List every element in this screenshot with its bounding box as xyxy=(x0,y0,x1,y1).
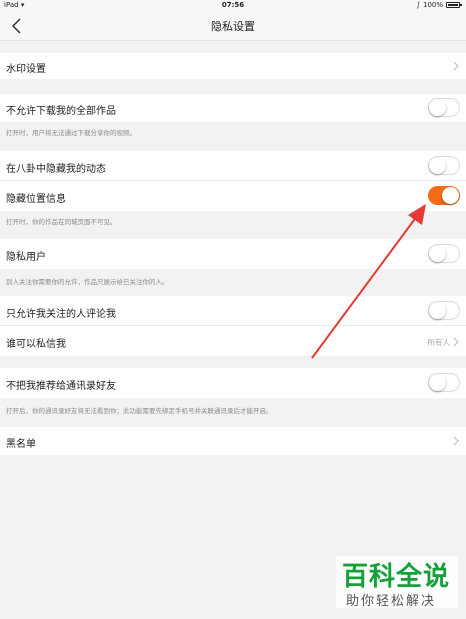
no-download-toggle[interactable] xyxy=(428,98,460,117)
status-right: ∫ 100% xyxy=(416,1,462,9)
row-label: 隐私用户 xyxy=(6,252,46,263)
private-user-hint: 别人关注你需要你的允许，作品只展示给已关注你的人。 xyxy=(6,278,169,286)
watermark-badge: 百科全说 助你轻松解决 xyxy=(336,556,458,609)
battery-percent: 100% xyxy=(422,1,443,9)
row-hide-location: 隐藏位置信息 xyxy=(0,181,466,211)
row-watermark-settings[interactable]: 水印设置 xyxy=(0,53,466,79)
badge-subtitle: 助你轻松解决 xyxy=(346,594,437,609)
chevron-right-icon xyxy=(453,61,459,71)
private-user-toggle[interactable] xyxy=(428,244,460,263)
badge-title: 百科全说 xyxy=(342,562,451,592)
row-blacklist[interactable]: 黑名单 xyxy=(0,427,466,455)
row-label: 不把我推荐给通讯录好友 xyxy=(6,381,116,392)
status-time: 07:56 xyxy=(221,1,245,9)
bluetooth-icon: ∫ xyxy=(416,1,420,9)
page-title: 隐私设置 xyxy=(211,20,255,33)
battery-icon xyxy=(446,2,462,8)
row-messages[interactable]: 谁可以私信我 所有人 xyxy=(0,326,466,356)
chevron-right-icon xyxy=(453,337,459,347)
status-bar: iPad ▾ 07:56 ∫ 100% xyxy=(0,0,466,12)
row-label: 只允许我关注的人评论我 xyxy=(6,309,116,320)
nav-bar: 隐私设置 xyxy=(0,12,466,41)
no-recommend-hint: 打开后，你的通讯录好友将无法看到你；此功能需要先绑定手机号并关联通讯录后才能开启… xyxy=(6,407,273,415)
row-label: 水印设置 xyxy=(6,64,46,75)
hide-location-toggle[interactable] xyxy=(428,186,460,205)
chevron-right-icon xyxy=(453,436,459,446)
row-label: 谁可以私信我 xyxy=(6,339,66,350)
hide-activity-toggle[interactable] xyxy=(428,156,460,175)
no-recommend-toggle[interactable] xyxy=(428,373,460,392)
row-private-user: 隐私用户 xyxy=(0,239,466,269)
row-no-recommend: 不把我推荐给通讯录好友 xyxy=(0,368,466,398)
hide-location-hint: 打开时，你的作品在同城页面不可见。 xyxy=(6,218,117,226)
comments-toggle[interactable] xyxy=(428,301,460,320)
row-no-download: 不允许下载我的全部作品 xyxy=(0,94,466,122)
row-comments: 只允许我关注的人评论我 xyxy=(0,296,466,326)
row-label: 不允许下载我的全部作品 xyxy=(6,106,116,117)
row-label: 隐藏位置信息 xyxy=(6,194,66,205)
no-download-hint: 打开时，用户将无法通过下载分享你的视频。 xyxy=(6,129,136,137)
row-label: 黑名单 xyxy=(6,439,36,450)
row-hide-activity: 在八卦中隐藏我的动态 xyxy=(0,151,466,181)
messages-value: 所有人 xyxy=(427,338,451,347)
row-label: 在八卦中隐藏我的动态 xyxy=(6,164,106,175)
